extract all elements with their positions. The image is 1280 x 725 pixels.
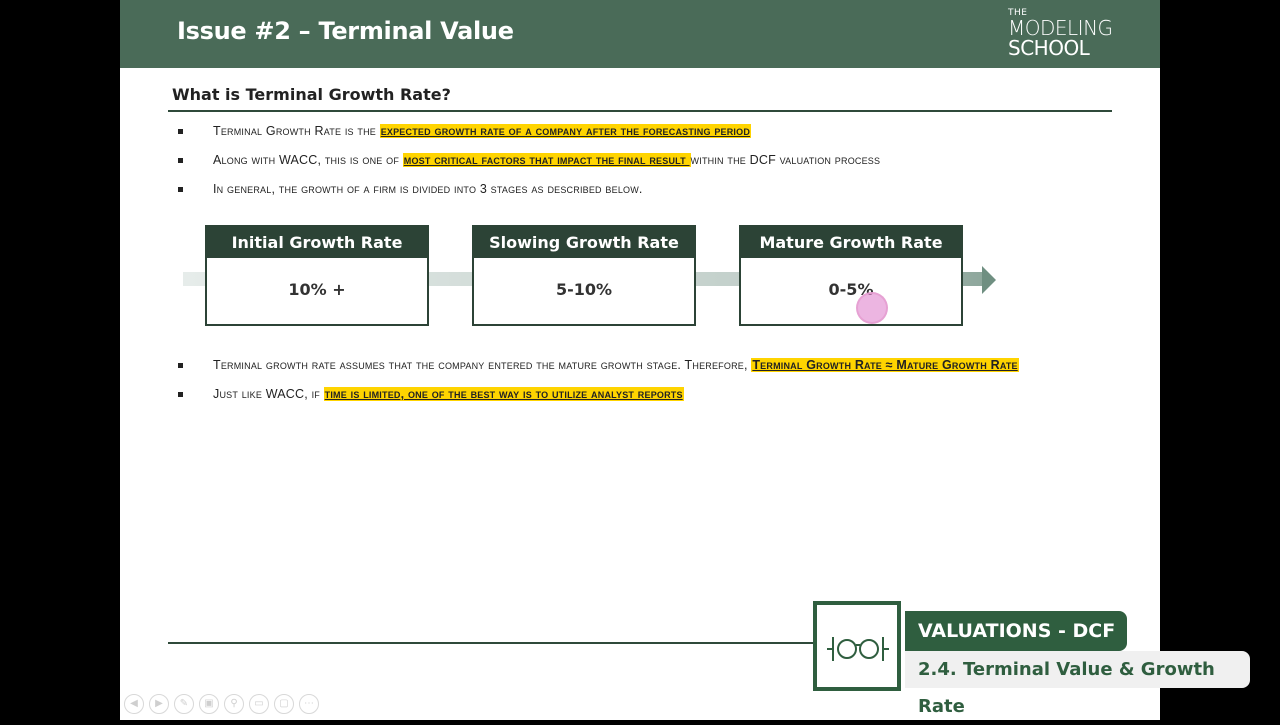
bullet-text-plain: Just like WACC, if — [213, 387, 324, 401]
glasses-icon — [827, 637, 889, 661]
stage-title: Initial Growth Rate — [207, 227, 427, 258]
stage-title: Slowing Growth Rate — [474, 227, 694, 258]
pen-icon[interactable]: ✎ — [174, 694, 194, 714]
stage-title: Mature Growth Rate — [741, 227, 961, 258]
bullet-text-plain: Along with WACC, this is one of — [213, 153, 403, 167]
bullet-text-highlight: most critical factors that impact the fi… — [402, 153, 691, 167]
stage-mature-growth: Mature Growth Rate 0-5% — [739, 225, 963, 326]
bullet-text: Terminal growth rate assumes that the co… — [213, 358, 1019, 372]
stage-initial-growth: Initial Growth Rate 10% + — [205, 225, 429, 326]
bullet-text-highlight: Terminal Growth Rate ≈ Mature Growth Rat… — [751, 358, 1019, 372]
bullet-marker-icon — [178, 392, 183, 397]
bullet-text-plain: Terminal growth rate assumes that the co… — [213, 358, 752, 372]
slide: Issue #2 – Terminal Value THE MODELING S… — [120, 0, 1250, 720]
more-icon[interactable]: ⋯ — [299, 694, 319, 714]
stage-slowing-growth: Slowing Growth Rate 5-10% — [472, 225, 696, 326]
logo-line-3: SCHOOL — [1008, 36, 1090, 60]
slide-title: Issue #2 – Terminal Value — [177, 17, 514, 45]
zoom-icon[interactable]: ⚲ — [224, 694, 244, 714]
presentation-toolbar: ◀ ▶ ✎ ▣ ⚲ ▭ ▢ ⋯ — [124, 694, 319, 714]
pointer-highlight-icon — [856, 292, 888, 324]
bullet-text-plain: In general, the growth of a firm is divi… — [213, 182, 643, 196]
subtitles-icon[interactable]: ▭ — [249, 694, 269, 714]
bullet-marker-icon — [178, 363, 183, 368]
section-title: What is Terminal Growth Rate? — [172, 85, 451, 104]
arrow-right-icon — [982, 266, 996, 294]
slide-header: Issue #2 – Terminal Value THE MODELING S… — [120, 0, 1160, 68]
lesson-name-tab: 2.4. Terminal Value & Growth Rate — [905, 651, 1250, 717]
modeling-school-logo: THE MODELING SCHOOL — [1008, 8, 1113, 58]
slides-icon[interactable]: ▣ — [199, 694, 219, 714]
section-divider — [168, 110, 1112, 112]
bullet-marker-icon — [178, 158, 183, 163]
bullet-text-highlight: expected growth rate of a company after … — [379, 124, 752, 138]
bullet-text-plain: within the DCF valuation process — [690, 153, 881, 167]
next-icon[interactable]: ▶ — [149, 694, 169, 714]
prev-icon[interactable]: ◀ — [124, 694, 144, 714]
bullet-text-highlight: time is limited, one of the best way is … — [323, 387, 684, 401]
bullet-text: Terminal Growth Rate is the expected gro… — [213, 124, 752, 138]
bullet-text: Along with WACC, this is one of most cri… — [213, 153, 880, 167]
course-badge-logo — [813, 601, 901, 691]
bullet-marker-icon — [178, 129, 183, 134]
bullet-marker-icon — [178, 187, 183, 192]
footer-divider — [168, 642, 868, 644]
bullet-text: In general, the growth of a firm is divi… — [213, 182, 643, 196]
bullet-text: Just like WACC, if time is limited, one … — [213, 387, 684, 401]
stage-value: 10% + — [288, 280, 346, 299]
camera-icon[interactable]: ▢ — [274, 694, 294, 714]
bullet-text-plain: Terminal Growth Rate is the — [213, 124, 380, 138]
stage-value: 5-10% — [555, 280, 613, 299]
course-name-tab: VALUATIONS - DCF — [905, 611, 1127, 651]
stage-value: 0-5% — [828, 280, 874, 299]
logo-line-2: MODELING — [1008, 16, 1113, 40]
